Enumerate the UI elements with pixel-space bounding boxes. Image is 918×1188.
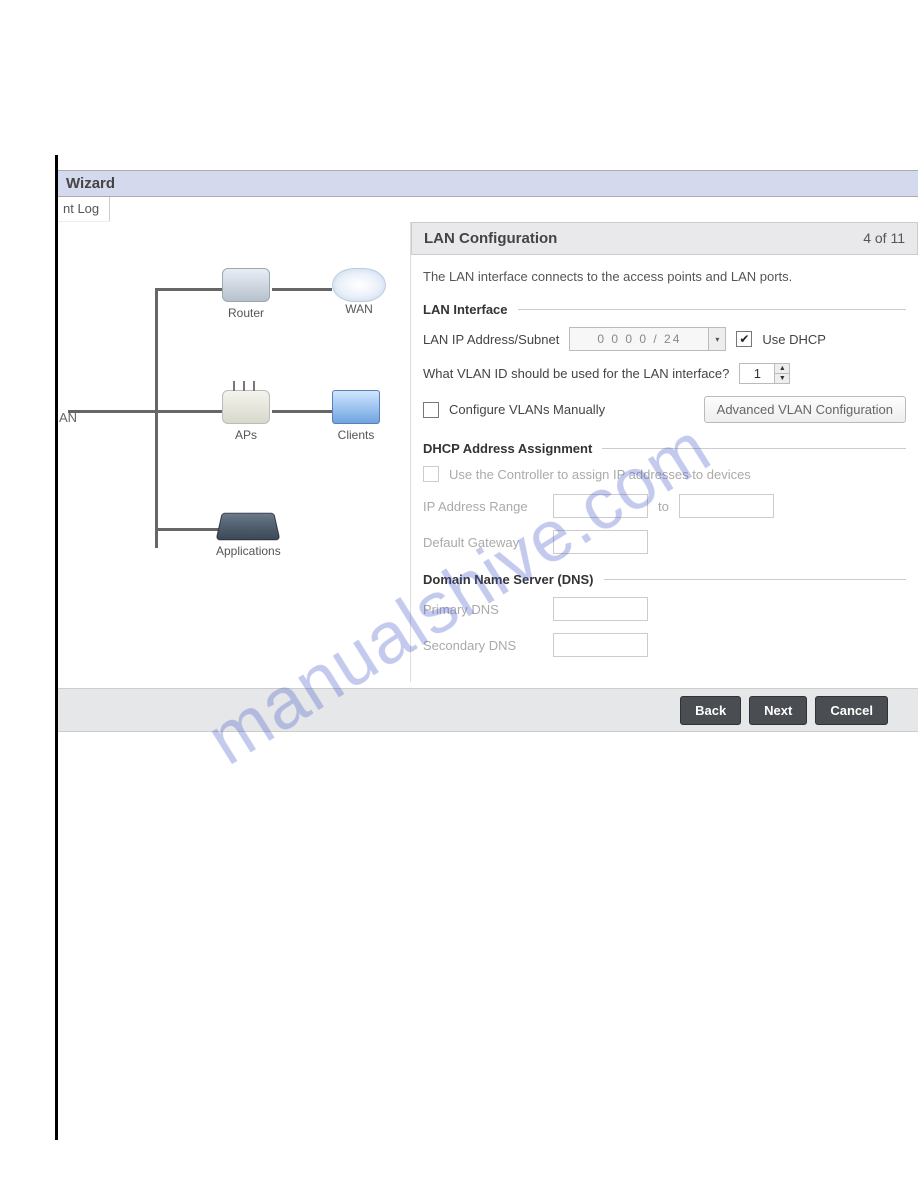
subnet-dropdown[interactable]: ▾ — [708, 327, 726, 351]
diagram-bus — [155, 288, 158, 548]
secondary-dns-input[interactable] — [553, 633, 648, 657]
panel-header: LAN Configuration 4 of 11 — [411, 222, 918, 255]
router-icon — [222, 268, 270, 302]
client-node: Clients — [332, 390, 380, 442]
ap-label: APs — [222, 428, 270, 442]
next-button[interactable]: Next — [749, 696, 807, 725]
lan-ip-label: LAN IP Address/Subnet — [423, 332, 559, 347]
wan-label: WAN — [332, 302, 386, 316]
diagram-wan-branch — [272, 288, 332, 291]
server-icon — [216, 513, 281, 540]
ip-range-start-input[interactable] — [553, 494, 648, 518]
section-divider — [518, 309, 906, 310]
section-dns: Domain Name Server (DNS) — [423, 572, 594, 587]
router-label: Router — [222, 306, 270, 320]
diagram-client-branch — [272, 410, 332, 413]
panel-title: LAN Configuration — [424, 230, 557, 247]
vlan-id-input[interactable]: 1 — [739, 363, 775, 384]
configure-vlans-checkbox[interactable] — [423, 402, 439, 418]
section-dhcp: DHCP Address Assignment — [423, 441, 592, 456]
client-label: Clients — [332, 428, 380, 442]
back-button[interactable]: Back — [680, 696, 741, 725]
ap-icon — [222, 390, 270, 424]
panel-intro: The LAN interface connects to the access… — [423, 269, 906, 284]
primary-dns-label: Primary DNS — [423, 602, 543, 617]
gateway-label: Default Gateway — [423, 535, 543, 550]
ip-range-to: to — [658, 499, 669, 514]
diagram-lan-branch — [68, 410, 158, 413]
tab-log[interactable]: nt Log — [56, 197, 110, 222]
ip-range-label: IP Address Range — [423, 499, 543, 514]
wizard-title-bar: Wizard — [56, 170, 918, 197]
diagram-router-branch — [156, 288, 226, 291]
app-label: Applications — [216, 544, 281, 558]
configure-vlans-label: Configure VLANs Manually — [449, 402, 605, 417]
router-node: Router — [222, 268, 270, 320]
section-lan-interface: LAN Interface — [423, 302, 508, 317]
cloud-icon — [332, 268, 386, 302]
lan-ip-input[interactable]: 0 0 0 0 / 24 — [569, 327, 709, 351]
use-controller-checkbox[interactable] — [423, 466, 439, 482]
primary-dns-input[interactable] — [553, 597, 648, 621]
advanced-vlan-button[interactable]: Advanced VLAN Configuration — [704, 396, 906, 423]
config-panel: LAN Configuration 4 of 11 The LAN interf… — [411, 222, 918, 682]
section-divider — [604, 579, 907, 580]
laptop-icon — [332, 390, 380, 424]
topology-panel: AN Router WAN — [56, 222, 411, 682]
ap-node: APs — [222, 390, 270, 442]
vlan-question: What VLAN ID should be used for the LAN … — [423, 366, 729, 381]
panel-step: 4 of 11 — [863, 230, 905, 247]
wizard-footer: Back Next Cancel — [56, 688, 918, 732]
diagram-ap-branch — [156, 410, 226, 413]
ip-range-end-input[interactable] — [679, 494, 774, 518]
gateway-input[interactable] — [553, 530, 648, 554]
cancel-button[interactable]: Cancel — [815, 696, 888, 725]
wan-node: WAN — [332, 268, 386, 316]
app-node: Applications — [216, 510, 281, 558]
wizard-title: Wizard — [66, 175, 115, 192]
use-dhcp-label: Use DHCP — [762, 332, 826, 347]
use-dhcp-checkbox[interactable]: ✔ — [736, 331, 752, 347]
use-controller-label: Use the Controller to assign IP addresse… — [449, 467, 751, 482]
secondary-dns-label: Secondary DNS — [423, 638, 543, 653]
section-divider — [602, 448, 906, 449]
vlan-spin-up[interactable]: ▲ — [775, 364, 789, 374]
vlan-spin-down[interactable]: ▼ — [775, 374, 789, 383]
